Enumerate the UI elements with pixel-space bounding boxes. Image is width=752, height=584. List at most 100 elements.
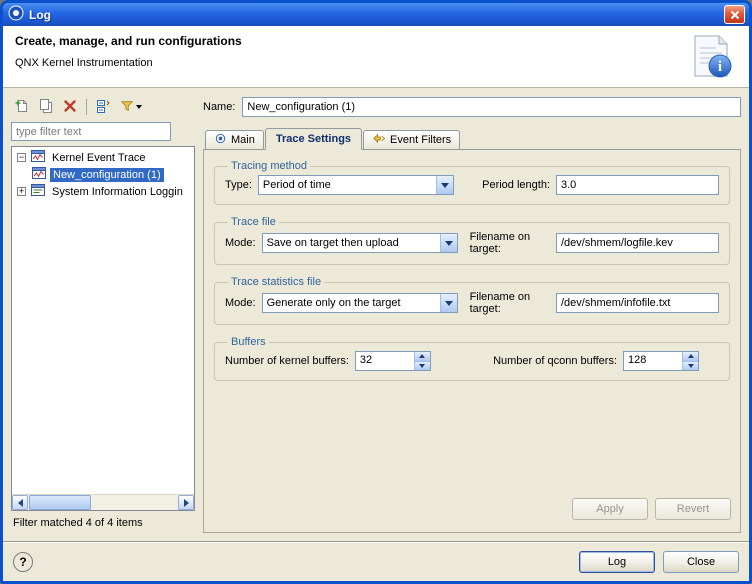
log-dialog: Log Create, manage, and run configuratio… bbox=[0, 0, 752, 584]
filter-funnel-icon bbox=[120, 99, 134, 116]
configurations-tree: − Kernel Event Trace bbox=[11, 146, 195, 511]
button-bar: ? Log Close bbox=[3, 541, 749, 581]
expand-expander-icon[interactable]: + bbox=[17, 187, 26, 196]
combo-dropdown-icon[interactable] bbox=[440, 234, 457, 252]
apply-button[interactable]: Apply bbox=[572, 498, 648, 520]
page-title: Create, manage, and run configurations bbox=[15, 34, 737, 48]
tree-item-label: Kernel Event Trace bbox=[49, 151, 149, 165]
new-document-icon bbox=[14, 98, 30, 117]
selected-value: Save on target then upload bbox=[263, 237, 440, 249]
name-row: Name: bbox=[203, 96, 741, 118]
selected-value: Period of time bbox=[259, 179, 436, 191]
period-length-label: Period length: bbox=[482, 179, 550, 191]
filename-on-target-label: Filename on target: bbox=[470, 231, 550, 255]
close-button[interactable]: Close bbox=[663, 551, 739, 573]
stats-file-mode-select[interactable]: Generate only on the target bbox=[262, 293, 458, 313]
main-area: − Kernel Event Trace bbox=[3, 88, 749, 533]
titlebar[interactable]: Log bbox=[3, 3, 749, 26]
duplicate-configuration-button[interactable] bbox=[35, 97, 57, 117]
arrow-up-icon bbox=[688, 354, 694, 358]
trace-file-mode-select[interactable]: Save on target then upload bbox=[262, 233, 458, 253]
scrollbar-track[interactable] bbox=[91, 495, 178, 510]
selected-value: Generate only on the target bbox=[263, 297, 440, 309]
close-icon[interactable] bbox=[724, 5, 745, 24]
tracing-method-group: Tracing method Type: Period of time Peri… bbox=[214, 160, 730, 205]
tab-trace-settings[interactable]: Trace Settings bbox=[265, 128, 362, 150]
scroll-right-button[interactable] bbox=[178, 495, 194, 510]
copy-icon bbox=[38, 98, 54, 117]
period-length-input[interactable] bbox=[556, 175, 719, 195]
page-subtitle: QNX Kernel Instrumentation bbox=[15, 57, 737, 69]
event-filters-tab-icon bbox=[372, 132, 386, 148]
trace-filename-input[interactable] bbox=[556, 233, 719, 253]
configuration-name-input[interactable] bbox=[242, 97, 741, 117]
configuration-form-panel: Name: Main Trace Settings Event bbox=[203, 96, 741, 533]
log-button[interactable]: Log bbox=[579, 551, 655, 573]
kernel-buffers-stepper[interactable]: 32 bbox=[355, 351, 431, 371]
horizontal-scrollbar[interactable] bbox=[12, 494, 194, 510]
tree-item-label: New_configuration (1) bbox=[50, 168, 164, 182]
tracing-type-select[interactable]: Period of time bbox=[258, 175, 454, 195]
combo-dropdown-icon[interactable] bbox=[436, 176, 453, 194]
window-title: Log bbox=[29, 8, 724, 22]
svg-text:i: i bbox=[718, 59, 722, 75]
tab-label: Event Filters bbox=[390, 134, 451, 146]
filter-status-text: Filter matched 4 of 4 items bbox=[11, 511, 195, 533]
tab-label: Main bbox=[231, 134, 255, 146]
name-label: Name: bbox=[203, 101, 235, 113]
mode-label: Mode: bbox=[225, 297, 256, 309]
new-configuration-button[interactable] bbox=[11, 97, 33, 117]
tree-item-kernel-event-trace[interactable]: − Kernel Event Trace bbox=[14, 149, 194, 166]
group-title: Buffers bbox=[228, 336, 269, 348]
tab-main[interactable]: Main bbox=[205, 130, 264, 149]
scrollbar-thumb[interactable] bbox=[29, 495, 91, 510]
spinner-value: 32 bbox=[356, 352, 414, 370]
group-title: Trace statistics file bbox=[228, 276, 324, 288]
tree-toolbar bbox=[11, 96, 195, 118]
revert-button[interactable]: Revert bbox=[655, 498, 731, 520]
dialog-header: Create, manage, and run configurations Q… bbox=[3, 26, 749, 88]
spin-down-button[interactable] bbox=[683, 361, 698, 371]
combo-dropdown-icon[interactable] bbox=[440, 294, 457, 312]
tab-label: Trace Settings bbox=[276, 133, 351, 145]
config-tabs: Main Trace Settings Event Filters bbox=[203, 127, 741, 150]
qconn-buffers-stepper[interactable]: 128 bbox=[623, 351, 699, 371]
group-title: Tracing method bbox=[228, 160, 310, 172]
spin-down-button[interactable] bbox=[415, 361, 430, 371]
type-label: Type: bbox=[225, 179, 252, 191]
tree-item-label: System Information Loggin bbox=[49, 185, 186, 199]
stats-filename-input[interactable] bbox=[556, 293, 719, 313]
arrow-left-icon bbox=[18, 499, 23, 507]
toolbar-separator bbox=[86, 99, 87, 115]
filename-on-target-label: Filename on target: bbox=[470, 291, 550, 315]
kernel-buffers-label: Number of kernel buffers: bbox=[225, 355, 349, 367]
config-tree-panel: − Kernel Event Trace bbox=[11, 96, 195, 533]
spinner-value: 128 bbox=[624, 352, 682, 370]
info-document-icon: i bbox=[683, 34, 737, 83]
trace-file-group: Trace file Mode: Save on target then upl… bbox=[214, 216, 730, 265]
group-title: Trace file bbox=[228, 216, 279, 228]
arrow-right-icon bbox=[184, 499, 189, 507]
spin-up-button[interactable] bbox=[415, 352, 430, 361]
spin-up-button[interactable] bbox=[683, 352, 698, 361]
tree-items: − Kernel Event Trace bbox=[12, 147, 194, 494]
filter-menu-button[interactable] bbox=[116, 97, 146, 117]
arrow-down-icon bbox=[419, 364, 425, 368]
trace-settings-content: Tracing method Type: Period of time Peri… bbox=[203, 150, 741, 533]
delete-configuration-button[interactable] bbox=[59, 97, 81, 117]
chevron-down-icon bbox=[136, 105, 142, 109]
tree-item-system-information-logging[interactable]: + System Information Loggin bbox=[14, 183, 194, 200]
collapse-expander-icon[interactable]: − bbox=[17, 153, 26, 162]
buffers-group: Buffers Number of kernel buffers: 32 Num… bbox=[214, 336, 730, 381]
tab-event-filters[interactable]: Event Filters bbox=[363, 130, 460, 149]
collapse-all-button[interactable] bbox=[92, 97, 114, 117]
system-info-config-icon bbox=[30, 183, 46, 201]
delete-x-icon bbox=[62, 98, 78, 117]
arrow-down-icon bbox=[688, 364, 694, 368]
scroll-left-button[interactable] bbox=[12, 495, 28, 510]
filter-input[interactable] bbox=[11, 122, 171, 141]
tree-item-new-configuration[interactable]: New_configuration (1) bbox=[14, 166, 194, 183]
help-button[interactable]: ? bbox=[13, 552, 33, 572]
collapse-all-icon bbox=[95, 98, 111, 117]
trace-config-icon bbox=[30, 149, 46, 167]
